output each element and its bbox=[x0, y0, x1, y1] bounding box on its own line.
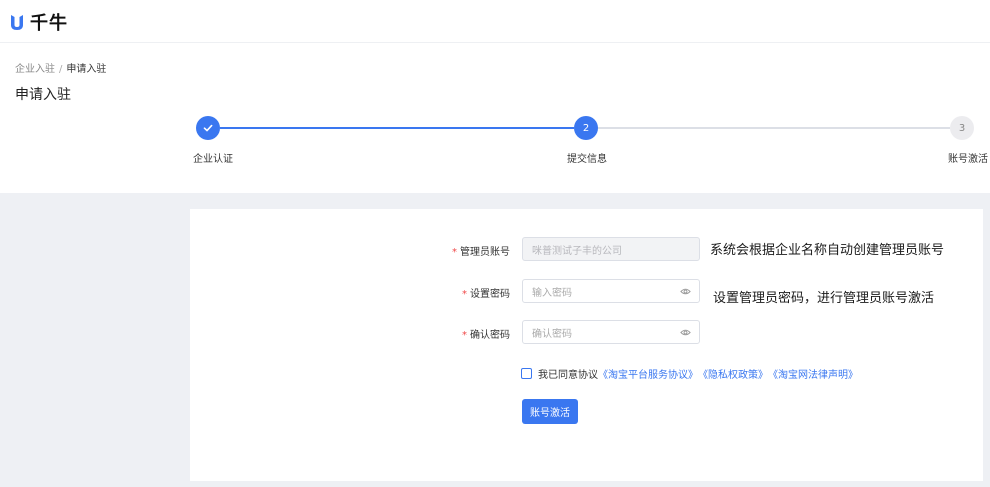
legal-statement-link[interactable]: 《淘宝网法律声明》 bbox=[768, 366, 858, 381]
step-1-circle bbox=[196, 116, 220, 140]
confirm-password-label: * 确认密码 bbox=[420, 326, 510, 341]
privacy-policy-link[interactable]: 《隐私权政策》 bbox=[698, 366, 768, 381]
breadcrumb-current: 申请入驻 bbox=[66, 64, 107, 75]
confirm-password-placeholder: 确认密码 bbox=[532, 328, 572, 340]
agreement-row: 我已同意协议 《淘宝平台服务协议》 《隐私权政策》 《淘宝网法律声明》 bbox=[521, 366, 858, 381]
password-input[interactable]: 输入密码 bbox=[522, 279, 700, 303]
required-mark: * bbox=[452, 247, 457, 258]
required-mark: * bbox=[462, 289, 467, 300]
agreement-prefix: 我已同意协议 bbox=[538, 370, 598, 381]
password-note: 设置管理员密码，进行管理员账号激活 bbox=[713, 291, 935, 306]
top-bar: 千牛 bbox=[0, 0, 990, 43]
admin-account-label-text: 管理员账号 bbox=[460, 247, 510, 258]
eye-icon[interactable] bbox=[680, 327, 691, 341]
eye-icon[interactable] bbox=[680, 286, 691, 300]
breadcrumb: 企业入驻 / 申请入驻 bbox=[15, 60, 106, 75]
step-3-circle: 3 bbox=[950, 116, 974, 140]
admin-account-field: 咪普测试子丰的公司 bbox=[522, 237, 700, 261]
step-line-2 bbox=[598, 127, 950, 129]
required-mark: * bbox=[462, 330, 467, 341]
admin-account-label: * 管理员账号 bbox=[420, 243, 510, 258]
app-logo[interactable]: 千牛 bbox=[9, 9, 68, 35]
check-icon bbox=[203, 124, 213, 132]
admin-account-value: 咪普测试子丰的公司 bbox=[532, 245, 622, 257]
page-title: 申请入驻 bbox=[15, 87, 71, 103]
activate-account-button[interactable]: 账号激活 bbox=[522, 399, 578, 424]
qianniu-logo-icon bbox=[9, 12, 25, 32]
service-agreement-link[interactable]: 《淘宝平台服务协议》 bbox=[598, 366, 698, 381]
steps-progress: 企业认证 2 提交信息 3 账号激活 bbox=[0, 115, 990, 175]
step-2-label: 提交信息 bbox=[567, 154, 607, 165]
password-label-text: 设置密码 bbox=[470, 289, 510, 300]
app-logo-text: 千牛 bbox=[30, 13, 68, 34]
step-2-circle: 2 bbox=[574, 116, 598, 140]
breadcrumb-separator: / bbox=[59, 64, 63, 75]
password-label: * 设置密码 bbox=[420, 285, 510, 300]
step-line-1 bbox=[220, 127, 574, 129]
account-note: 系统会根据企业名称自动创建管理员账号 bbox=[710, 243, 945, 258]
breadcrumb-parent[interactable]: 企业入驻 bbox=[15, 64, 55, 75]
step-3-label: 账号激活 bbox=[948, 154, 988, 165]
step-1-label: 企业认证 bbox=[193, 154, 233, 165]
password-placeholder: 输入密码 bbox=[532, 287, 572, 299]
agreement-checkbox[interactable] bbox=[521, 368, 532, 379]
confirm-password-label-text: 确认密码 bbox=[470, 330, 510, 341]
confirm-password-input[interactable]: 确认密码 bbox=[522, 320, 700, 344]
